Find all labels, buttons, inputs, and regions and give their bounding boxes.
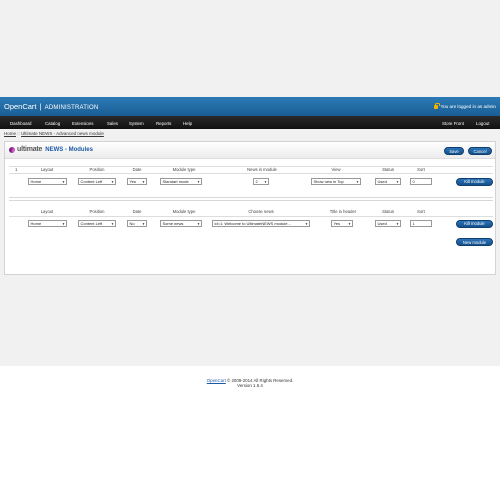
menu-item-catalog[interactable]: Catalog bbox=[45, 121, 60, 126]
breadcrumb-separator: :: bbox=[17, 131, 20, 136]
section-divider-2 bbox=[9, 200, 493, 201]
footer-version: Version 1.5.4 bbox=[237, 383, 263, 388]
cancel-button[interactable]: Cancel bbox=[468, 147, 492, 155]
table2-status-select[interactable]: Used bbox=[375, 220, 401, 227]
ultimate-logo-icon bbox=[9, 146, 15, 153]
breadcrumb-current[interactable]: Ultimate NEWS - Advanced news module bbox=[21, 131, 104, 136]
module-box: ultimate NEWS - Modules Save Cancel 1 La… bbox=[4, 141, 496, 275]
table2-header-layout: Layout bbox=[40, 209, 54, 214]
table1-header-layout: Layout bbox=[40, 166, 54, 172]
table1-header-module-type: Module type bbox=[172, 166, 196, 172]
module-box-header: ultimate NEWS - Modules Save Cancel bbox=[5, 142, 495, 159]
table2-title-in-header-select[interactable]: Yes bbox=[331, 220, 353, 227]
ultimate-logo-text: ultimate bbox=[17, 146, 43, 153]
brand-name: OpenCart bbox=[4, 102, 37, 111]
new-module-button[interactable]: New module bbox=[456, 238, 493, 246]
module-title: ultimate NEWS - Modules bbox=[9, 146, 93, 153]
table1-header-status: Status bbox=[382, 166, 394, 172]
menu-item-store-front[interactable]: Store Front bbox=[442, 121, 464, 126]
section-name: ADMINISTRATION bbox=[44, 105, 99, 111]
menu-item-logout[interactable]: Logout bbox=[476, 121, 489, 126]
menu-item-extensions[interactable]: Extensions bbox=[72, 121, 93, 126]
table1-header-position: Position bbox=[89, 166, 105, 172]
table2-header-choose-news: Choose news bbox=[248, 209, 274, 214]
menu-item-sales[interactable]: Sales bbox=[107, 121, 118, 126]
table1-header-date: Date bbox=[132, 166, 142, 172]
table1-header-sort: Sort bbox=[417, 166, 425, 172]
table2-header-title-in-header: Title in header bbox=[329, 209, 357, 214]
table2-choose-news-select[interactable]: id=1: Welcome to UltimateNEWS module... bbox=[212, 220, 310, 227]
table1-position-select[interactable]: Content Left bbox=[78, 178, 116, 185]
table2-header-sort: Sort bbox=[417, 209, 425, 214]
table1-date-select[interactable]: Yes bbox=[127, 178, 147, 185]
table2-date-select[interactable]: No bbox=[127, 220, 147, 227]
kill-module-button-1[interactable]: Kill module bbox=[456, 177, 493, 186]
table1-row-divider bbox=[9, 173, 493, 174]
section-divider bbox=[9, 197, 493, 198]
table1-status-select[interactable]: Used bbox=[375, 178, 401, 185]
table1-sort-input[interactable]: 0 bbox=[410, 178, 432, 185]
table2-header-module-type: Module type bbox=[172, 209, 196, 214]
table1-header-news-in-module: News in module bbox=[247, 166, 277, 172]
table1-row-number: 1 bbox=[15, 166, 18, 172]
kill-module-button-2[interactable]: Kill module bbox=[456, 219, 493, 228]
table1-layout-select[interactable]: Home bbox=[28, 178, 67, 185]
menu-item-reports[interactable]: Reports bbox=[156, 121, 171, 126]
login-status: You are logged in as admin bbox=[434, 102, 496, 109]
table2-module-type-select[interactable]: Some news bbox=[160, 220, 202, 227]
lock-icon bbox=[434, 102, 440, 109]
table1-news-count-select[interactable]: 2 bbox=[253, 178, 269, 185]
table1-header-view: View bbox=[331, 166, 341, 172]
menu-item-dashboard[interactable]: Dashboard bbox=[10, 121, 31, 126]
page-title: NEWS - Modules bbox=[45, 146, 93, 153]
main-menu: Dashboard Catalog Extensions Sales Syste… bbox=[0, 116, 500, 129]
table2-header-status: Status bbox=[382, 209, 394, 214]
menu-item-system[interactable]: System bbox=[129, 121, 144, 126]
login-status-text: You are logged in as admin bbox=[440, 104, 496, 109]
menu-item-help[interactable]: Help bbox=[183, 121, 192, 126]
breadcrumb: Home :: Ultimate NEWS - Advanced news mo… bbox=[4, 131, 104, 136]
table2-header-date: Date bbox=[132, 209, 142, 214]
save-button[interactable]: Save bbox=[444, 147, 464, 155]
app-logo[interactable]: OpenCart | ADMINISTRATION bbox=[4, 102, 98, 111]
logo-separator: | bbox=[39, 102, 42, 111]
top-header: OpenCart | ADMINISTRATION You are logged… bbox=[0, 97, 500, 116]
breadcrumb-home[interactable]: Home bbox=[4, 131, 16, 136]
table2-header-position: Position bbox=[89, 209, 105, 214]
table1-view-select[interactable]: Show new in Top bbox=[311, 178, 361, 185]
table2-row-divider bbox=[9, 216, 493, 217]
table1-module-type-select[interactable]: Standart mode bbox=[160, 178, 202, 185]
table2-sort-input[interactable]: 1 bbox=[410, 220, 432, 227]
table2-position-select[interactable]: Content Left bbox=[78, 220, 116, 227]
footer: OpenCart © 2009-2014 All Rights Reserved… bbox=[0, 366, 500, 388]
footer-opencart-link[interactable]: OpenCart bbox=[207, 378, 226, 383]
table2-layout-select[interactable]: Home bbox=[28, 220, 67, 227]
